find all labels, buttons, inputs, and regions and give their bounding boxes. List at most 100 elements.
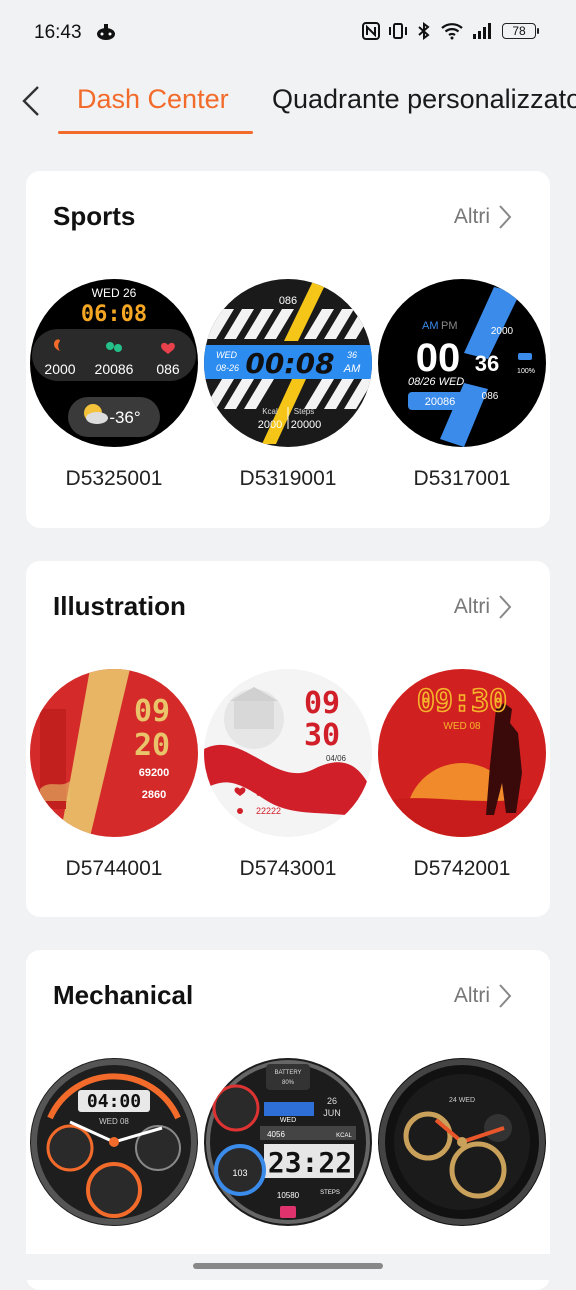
face-hour: 00 <box>416 336 461 380</box>
watchface-list: WED 26 06:08 2000 20086 086 -36° D532500… <box>26 279 550 491</box>
face-date: 08/26 WED <box>408 376 464 388</box>
active-tab-indicator <box>58 131 253 134</box>
tab-quadrante-personalizzato[interactable]: Quadrante personalizzato <box>272 84 576 115</box>
face-heart: 086 <box>256 788 271 798</box>
watchface-preview: 24 WED <box>378 1058 546 1226</box>
face-day: WED <box>280 1117 296 1124</box>
watchface-preview: WED 26 06:08 2000 20086 086 -36° <box>30 279 198 447</box>
tab-dash-center[interactable]: Dash Center <box>77 84 229 115</box>
face-time: 04:00 <box>87 1091 141 1112</box>
face-weather: -36° <box>109 408 140 427</box>
watchface-item[interactable]: 09 20 69200 2860 D5744001 <box>29 669 199 881</box>
watchface-item[interactable]: 086 WED 08-26 00:08 36 AM Kcal Steps 200… <box>203 279 373 491</box>
face-minute: 20 <box>134 728 170 763</box>
section-illustration: Illustration Altri 09 20 69200 2860 D574… <box>26 561 550 917</box>
watchface-id: D5743001 <box>239 857 337 880</box>
face-day: WED <box>216 350 237 360</box>
chevron-left-icon <box>22 86 39 116</box>
watchface-item[interactable]: 2000 086 AM PM 00 36 100% 08/26 WED 2008… <box>377 279 547 491</box>
more-button[interactable]: Altri <box>454 204 512 230</box>
face-battery: 80% <box>282 1080 295 1086</box>
face-ampm: AM <box>343 363 361 375</box>
face-date: 24 WED <box>449 1097 475 1104</box>
section-title: Illustration <box>53 591 186 621</box>
status-bar: 16:43 78 <box>0 0 576 64</box>
battery-icon: 78 <box>502 23 539 39</box>
face-calories: 2000 <box>44 361 75 377</box>
face-time: 09:30 <box>417 684 507 719</box>
home-indicator[interactable] <box>193 1263 383 1269</box>
app-notification-icon <box>95 22 117 42</box>
face-time: 06:08 <box>81 302 147 327</box>
status-icons: 78 <box>362 22 539 40</box>
watchface-preview: 09:30 WED 08 <box>378 669 546 837</box>
face-calories: 2860 <box>142 789 166 801</box>
watchface-item[interactable]: 09:30 WED 08 D5742001 <box>377 669 547 881</box>
chevron-right-icon <box>499 984 512 1008</box>
face-date: 08-26 <box>216 363 239 373</box>
wifi-icon <box>440 22 464 40</box>
face-day: WED 26 <box>92 286 137 300</box>
watchface-item[interactable]: 04:00 WED 08 <box>29 1058 199 1226</box>
face-steps: 20086 <box>425 396 456 408</box>
face-battery-label: BATTERY <box>274 1070 301 1076</box>
face-steps: 20086 <box>95 361 134 377</box>
face-day: WED 08 <box>99 1117 129 1126</box>
section-title: Sports <box>53 201 136 231</box>
watchface-list: 09 20 69200 2860 D5744001 09 30 04/06 08… <box>26 669 550 881</box>
face-day: WED 08 <box>443 721 481 732</box>
watchface-item[interactable]: BATTERY 80% WED 26 JUN 4056 KCAL 23:22 1… <box>203 1058 373 1226</box>
face-am: AM <box>422 320 439 332</box>
watchface-preview: 086 WED 08-26 00:08 36 AM Kcal Steps 200… <box>204 279 372 447</box>
face-minute: 36 <box>475 351 499 376</box>
watchface-item[interactable]: 09 30 04/06 086 22222 D5743001 <box>203 669 373 881</box>
watchface-item[interactable]: 24 WED <box>377 1058 547 1226</box>
face-steps: 10580 <box>277 1191 300 1200</box>
section-title: Mechanical <box>53 980 194 1010</box>
face-steps: 69200 <box>139 767 170 779</box>
back-button[interactable] <box>14 82 48 120</box>
face-pm: PM <box>441 320 458 332</box>
watchface-id: D5325001 <box>65 467 163 490</box>
more-button[interactable]: Altri <box>454 594 512 620</box>
face-steps-label: STEPS <box>320 1190 340 1196</box>
bluetooth-icon <box>416 22 432 40</box>
more-label: Altri <box>453 205 490 228</box>
face-seconds: 36 <box>347 350 357 360</box>
face-steps: 22222 <box>256 806 281 816</box>
watchface-id: D5742001 <box>413 857 511 880</box>
section-mechanical: Mechanical Altri 04:00 WED 08 BATTERY 80… <box>26 950 550 1290</box>
watchface-id: D5744001 <box>65 857 163 880</box>
signal-icon <box>472 22 494 40</box>
face-minute: 30 <box>304 718 340 753</box>
face-kcal-label: KCAL <box>336 1133 352 1139</box>
face-steps-label: Steps <box>294 407 314 416</box>
more-label: Altri <box>453 595 490 618</box>
watchface-preview: BATTERY 80% WED 26 JUN 4056 KCAL 23:22 1… <box>204 1058 372 1226</box>
face-month: JUN <box>323 1108 341 1118</box>
face-top-value: 2000 <box>491 326 514 337</box>
vibrate-icon <box>388 22 408 40</box>
face-kcal: 4056 <box>267 1130 285 1139</box>
watchface-preview: 09 30 04/06 086 22222 <box>204 669 372 837</box>
watchface-id: D5317001 <box>413 467 511 490</box>
chevron-right-icon <box>499 205 512 229</box>
chevron-right-icon <box>499 595 512 619</box>
face-time: 23:22 <box>268 1146 352 1179</box>
nfc-icon <box>362 22 380 40</box>
watchface-list: 04:00 WED 08 BATTERY 80% WED 26 JUN 4056… <box>26 1058 550 1268</box>
top-nav: Dash Center Quadrante personalizzato <box>0 70 576 136</box>
face-hour: 09 <box>304 686 340 721</box>
watchface-item[interactable]: WED 26 06:08 2000 20086 086 -36° D532500… <box>29 279 199 491</box>
more-button[interactable]: Altri <box>454 983 512 1009</box>
status-time: 16:43 <box>34 22 82 43</box>
face-date: 04/06 <box>326 754 347 763</box>
face-bottom-value: 086 <box>482 391 499 402</box>
face-steps: 20000 <box>291 419 322 431</box>
face-heart: 086 <box>279 295 297 307</box>
watchface-id: D5319001 <box>239 467 337 490</box>
watchface-preview: 09 20 69200 2860 <box>30 669 198 837</box>
face-kcal: 2000 <box>258 419 282 431</box>
face-date: 26 <box>327 1096 337 1106</box>
face-heart: 103 <box>232 1168 247 1178</box>
